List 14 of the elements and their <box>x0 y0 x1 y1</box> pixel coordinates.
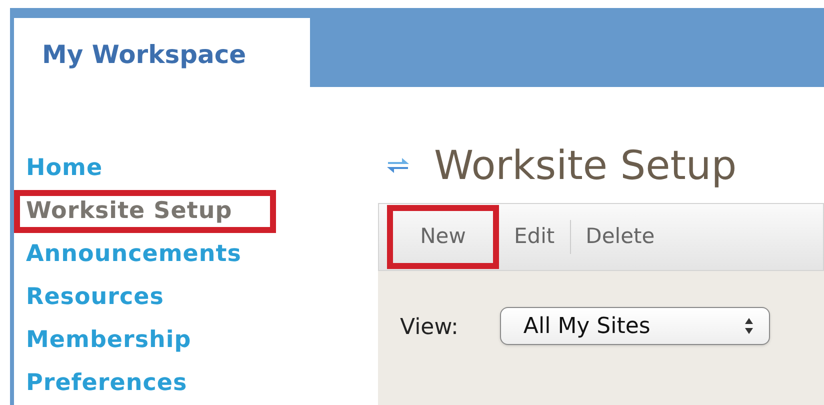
sidebar-item[interactable]: Resources <box>14 276 276 319</box>
sidebar-item[interactable]: Announcements <box>14 233 276 276</box>
sidebar-item[interactable]: Home <box>14 147 276 190</box>
sidebar-item[interactable]: Worksite Setup <box>14 190 276 233</box>
toolbar-button[interactable]: New <box>387 205 499 269</box>
sidebar-item[interactable]: Membership <box>14 319 276 362</box>
sidebar-item[interactable]: Preferences <box>14 362 276 405</box>
toolbar-button[interactable]: Delete <box>570 205 670 269</box>
view-select[interactable]: All My Sites <box>500 307 770 345</box>
view-label: View: <box>400 314 458 342</box>
toolbar-button[interactable]: Edit <box>499 205 570 269</box>
stepper-arrows-icon <box>743 316 756 336</box>
site-tab[interactable]: My Workspace <box>14 18 310 87</box>
page-title: Worksite Setup <box>434 146 737 186</box>
